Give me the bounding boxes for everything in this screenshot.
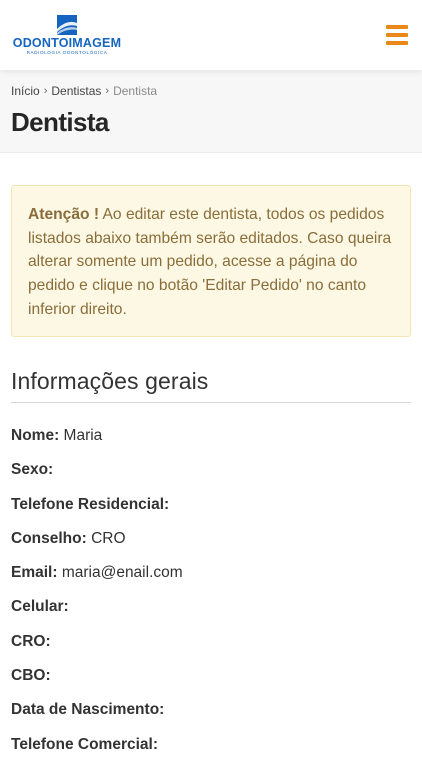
site-logo[interactable]: ODONTOIMAGEM RADIOLOGIA ODONTOLÓGICA — [12, 14, 122, 56]
warning-alert: Atenção ! Ao editar este dentista, todos… — [11, 185, 411, 337]
breadcrumb-current: Dentista — [113, 84, 158, 98]
breadcrumb-link-inicio[interactable]: Início — [11, 84, 40, 98]
logo-subtext: RADIOLOGIA ODONTOLÓGICA — [26, 49, 108, 55]
field-value: CRO — [91, 529, 126, 547]
alert-strong: Atenção ! — [28, 206, 100, 223]
field-value: maria@enail.com — [61, 564, 183, 582]
field-sexo: Sexo: — [11, 457, 411, 491]
field-label: CRO: — [11, 632, 51, 650]
logo-text: ODONTOIMAGEM — [12, 35, 122, 50]
field-label: Email: — [11, 564, 58, 582]
field-label: Nome: — [11, 427, 60, 444]
field-conselho: Conselho: CRO — [11, 526, 411, 560]
field-label: Celular: — [11, 598, 69, 616]
field-nome: Nome: Maria — [11, 423, 411, 457]
chevron-right-icon: › — [105, 85, 110, 97]
site-header: ODONTOIMAGEM RADIOLOGIA ODONTOLÓGICA — [0, 0, 422, 70]
field-label: Data de Nascimento: — [11, 701, 165, 719]
field-celular: Celular: — [11, 594, 411, 628]
field-label: Telefone Residencial: — [11, 495, 170, 513]
field-label: CBO: — [11, 667, 51, 685]
chevron-right-icon: › — [43, 85, 48, 97]
field-telefone-residencial: Telefone Residencial: — [11, 492, 411, 526]
section-title: Informações gerais — [11, 368, 209, 394]
field-cro: CRO: — [11, 629, 411, 663]
field-data-nascimento: Data de Nascimento: — [11, 697, 411, 731]
breadcrumb-link-dentistas[interactable]: Dentistas — [51, 84, 101, 98]
field-cbo: CBO: — [11, 663, 411, 697]
page-header: Início › Dentistas › Dentista Dentista — [0, 70, 422, 153]
field-label: Telefone Comercial: — [11, 735, 159, 753]
details-list: Nome: Maria Sexo: Telefone Residencial: … — [11, 423, 411, 766]
section-divider — [11, 402, 411, 403]
breadcrumb: Início › Dentistas › Dentista — [11, 84, 411, 98]
field-value: Maria — [63, 427, 103, 444]
page-title: Dentista — [11, 107, 109, 137]
hamburger-icon[interactable] — [386, 25, 408, 45]
field-telefone-comercial: Telefone Comercial: — [11, 732, 411, 766]
field-email: Email: maria@enail.com — [11, 560, 411, 594]
field-label: Conselho: — [11, 529, 87, 547]
field-label: Sexo: — [11, 461, 54, 479]
logo-icon — [57, 14, 77, 35]
